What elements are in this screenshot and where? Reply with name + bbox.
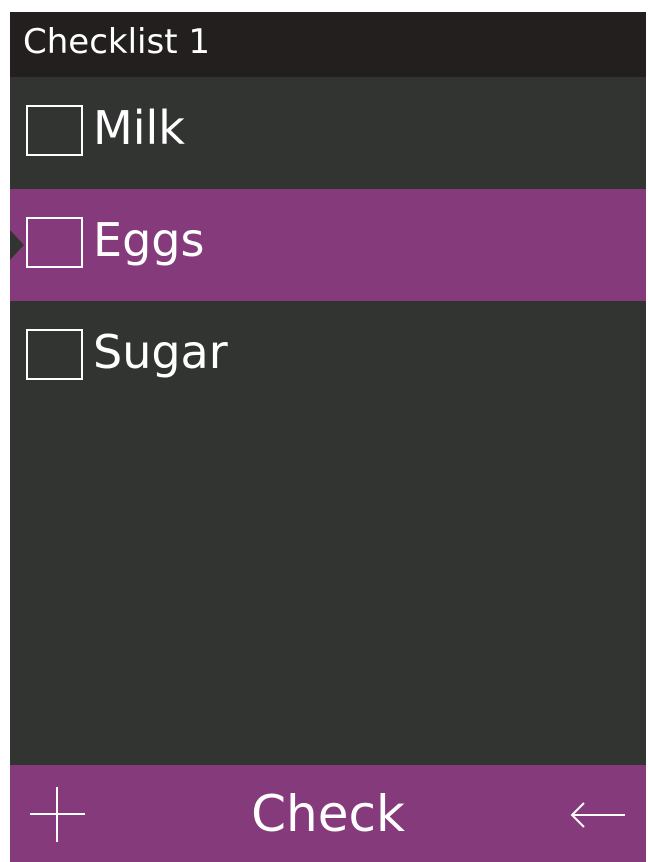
list-item-milk[interactable]: Milk [10, 77, 646, 189]
checklist-screen: Checklist 1 Milk Eggs Sugar Check [10, 12, 646, 862]
checklist: Milk Eggs Sugar [10, 77, 646, 413]
item-label-milk: Milk [93, 101, 185, 155]
list-item-sugar[interactable]: Sugar [10, 301, 646, 413]
checkbox-eggs[interactable] [26, 217, 83, 268]
checkbox-milk[interactable] [26, 105, 83, 156]
list-item-eggs[interactable]: Eggs [10, 189, 646, 301]
plus-icon[interactable] [30, 787, 85, 842]
item-label-eggs: Eggs [93, 213, 205, 267]
selection-marker-icon [10, 230, 24, 260]
check-softkey[interactable]: Check [228, 785, 428, 843]
softkey-bar: Check [10, 765, 646, 862]
checkbox-sugar[interactable] [26, 329, 83, 380]
title-bar: Checklist 1 [10, 12, 646, 77]
item-label-sugar: Sugar [93, 325, 228, 379]
page-title: Checklist 1 [23, 22, 210, 62]
back-arrow-icon[interactable] [570, 795, 626, 835]
